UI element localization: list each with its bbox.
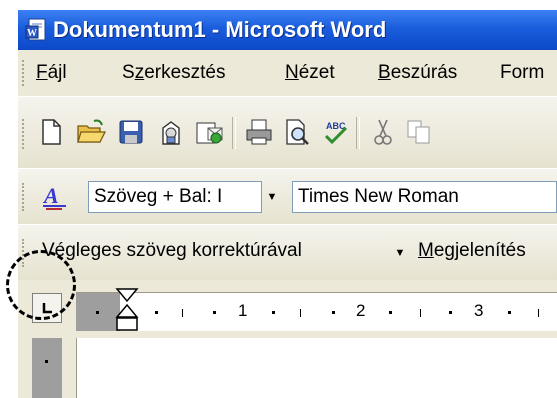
ruler-mark	[538, 309, 539, 317]
print-icon[interactable]	[242, 115, 276, 149]
menu-insert-accel: B	[378, 62, 391, 83]
highlight-circle	[6, 250, 76, 320]
show-menu-button[interactable]: Megjelenítés	[418, 240, 526, 262]
menu-file-accel: F	[36, 62, 48, 83]
ruler-mark	[213, 311, 216, 314]
ruler-number: 2	[356, 301, 366, 320]
display-for-review-dropdown-arrow[interactable]: ▼	[390, 237, 410, 269]
ruler-number: 3	[474, 301, 484, 320]
svg-text:W: W	[27, 28, 37, 39]
menu-view[interactable]: Nézet	[285, 62, 335, 84]
menu-file[interactable]: Fájl	[36, 62, 67, 84]
open-icon[interactable]	[74, 115, 108, 149]
ruler-mark	[272, 311, 275, 314]
toolbar-separator	[356, 117, 360, 149]
display-for-review-combobox[interactable]: Végleges szöveg korrektúrával	[42, 240, 302, 262]
indent-markers-icon[interactable]	[114, 287, 140, 333]
ruler-mark	[420, 309, 421, 317]
cut-icon[interactable]	[366, 115, 400, 149]
ruler-mark	[45, 360, 48, 363]
svg-text:A: A	[42, 183, 59, 208]
menu-insert-rest: eszúrás	[390, 62, 458, 83]
menu-edit-rest: erkesztés	[144, 62, 226, 83]
menu-insert[interactable]: Beszúrás	[378, 62, 457, 84]
menu-edit-pre: S	[122, 62, 135, 83]
ruler-mark	[155, 311, 158, 314]
title-bar[interactable]: W Dokumentum1 - Microsoft Word	[18, 10, 557, 50]
spelling-icon[interactable]: ABC	[318, 115, 352, 149]
ruler-mark	[389, 311, 392, 314]
menu-format-label: Form	[500, 62, 545, 83]
document-area[interactable]	[76, 338, 557, 398]
ruler-mark	[332, 311, 335, 314]
toolbar-separator	[232, 117, 236, 149]
style-dropdown-arrow[interactable]: ▼	[262, 181, 282, 213]
menubar-grip[interactable]	[22, 60, 27, 86]
menu-bar: Fájl Szerkesztés Nézet Beszúrás Form	[18, 50, 557, 96]
reviewing-toolbar: Végleges szöveg korrektúrával ▼ Megjelen…	[18, 224, 557, 281]
window-title: Dokumentum1 - Microsoft Word	[53, 17, 387, 42]
formatting-toolbar-grip[interactable]	[22, 183, 27, 211]
word-window: W Dokumentum1 - Microsoft Word Fájl Szer…	[18, 10, 557, 398]
menu-view-accel: N	[285, 62, 299, 83]
word-document-icon: W	[25, 18, 47, 42]
ruler-mark	[182, 309, 183, 317]
ruler-mark	[96, 311, 99, 314]
style-combobox[interactable]: Szöveg + Bal: I	[88, 181, 262, 213]
menu-edit[interactable]: Szerkesztés	[122, 62, 226, 84]
menu-file-rest: ájl	[47, 62, 67, 83]
ruler-mark	[449, 311, 452, 314]
ruler-number: 1	[238, 301, 248, 320]
horizontal-ruler[interactable]: 1 2 3	[76, 288, 557, 331]
font-combobox[interactable]: Times New Roman	[292, 181, 557, 213]
standard-toolbar: ABC	[18, 96, 557, 169]
ruler-mark	[300, 309, 301, 317]
menu-view-rest: ézet	[298, 62, 335, 83]
styles-and-formatting-icon[interactable]: A	[38, 179, 72, 213]
show-menu-rest: egjelenítés	[433, 240, 526, 261]
ruler-mark	[508, 311, 511, 314]
standard-toolbar-grip[interactable]	[22, 119, 27, 149]
menu-format[interactable]: Form	[500, 62, 544, 84]
copy-icon[interactable]	[402, 115, 436, 149]
vertical-ruler[interactable]	[32, 338, 62, 398]
email-icon[interactable]	[192, 115, 226, 149]
horizontal-ruler-row: 1 2 3	[18, 280, 557, 338]
formatting-toolbar: A Szöveg + Bal: I ▼ Times New Roman	[18, 168, 557, 225]
new-document-icon[interactable]	[34, 115, 68, 149]
font-value: Times New Roman	[298, 186, 459, 207]
save-icon[interactable]	[114, 115, 148, 149]
menu-edit-accel: z	[134, 62, 145, 83]
print-preview-icon[interactable]	[280, 115, 314, 149]
permission-icon[interactable]	[154, 115, 188, 149]
style-value: Szöveg + Bal: I	[94, 186, 223, 207]
show-menu-accel: M	[418, 240, 434, 261]
